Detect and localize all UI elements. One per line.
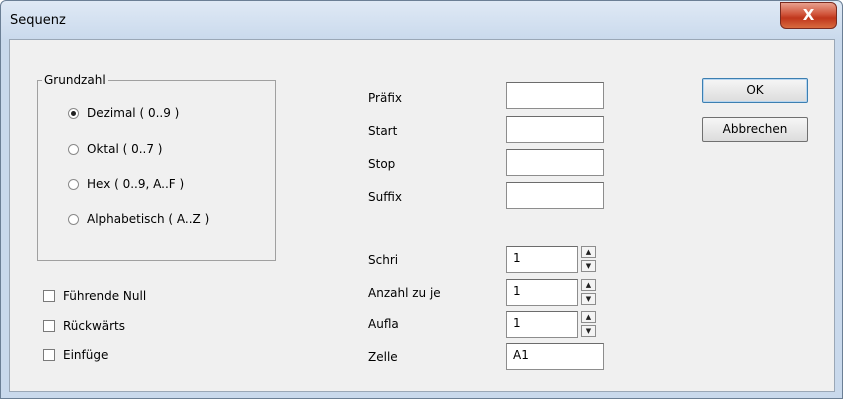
repeat-field[interactable]: 1 bbox=[506, 311, 578, 338]
repeat-label: Aufla bbox=[368, 317, 399, 331]
stop-label: Stop bbox=[368, 157, 396, 171]
cell-label: Zelle bbox=[368, 350, 398, 364]
radio-decimal-label: Dezimal ( 0..9 ) bbox=[87, 106, 180, 120]
cancel-button[interactable]: Abbrechen bbox=[702, 117, 808, 142]
checkbox-insert-box[interactable] bbox=[43, 349, 55, 361]
step-spinner[interactable]: ▲ ▼ bbox=[581, 246, 596, 273]
dialog-title: Sequenz bbox=[10, 13, 66, 28]
checkbox-leading-zero-label: Führende Null bbox=[63, 289, 147, 303]
sequence-dialog: Sequenz X Grundzahl Dezimal ( 0..9 ) Okt… bbox=[0, 0, 843, 399]
radio-hex[interactable]: Hex ( 0..9, A..F ) bbox=[68, 177, 184, 191]
checkbox-leading-zero-box[interactable] bbox=[43, 290, 55, 302]
radio-alphabetic-indicator[interactable] bbox=[68, 213, 79, 225]
checkbox-reverse[interactable]: Rückwärts bbox=[43, 319, 125, 333]
title-bar: Sequenz X bbox=[1, 1, 842, 39]
repeat-down-arrow-icon[interactable]: ▼ bbox=[581, 325, 596, 337]
cell-field[interactable]: A1 bbox=[506, 343, 604, 370]
dialog-body: Grundzahl Dezimal ( 0..9 ) Oktal ( 0..7 … bbox=[9, 39, 835, 392]
close-button[interactable]: X bbox=[780, 2, 837, 29]
count-field[interactable]: 1 bbox=[506, 279, 578, 306]
prefix-field[interactable] bbox=[506, 82, 604, 109]
repeat-up-arrow-icon[interactable]: ▲ bbox=[581, 311, 596, 323]
count-label: Anzahl zu je bbox=[368, 286, 441, 300]
radio-alphabetic[interactable]: Alphabetisch ( A..Z ) bbox=[68, 212, 209, 226]
prefix-label: Präfix bbox=[368, 91, 402, 105]
step-label: Schri bbox=[368, 253, 399, 267]
radio-octal-indicator[interactable] bbox=[68, 143, 79, 155]
checkbox-insert-label: Einfüge bbox=[63, 348, 109, 362]
checkbox-leading-zero[interactable]: Führende Null bbox=[43, 289, 146, 303]
count-spinner[interactable]: ▲ ▼ bbox=[581, 279, 596, 306]
stop-field[interactable] bbox=[506, 149, 604, 176]
suffix-label: Suffix bbox=[368, 190, 402, 204]
base-groupbox: Grundzahl Dezimal ( 0..9 ) Oktal ( 0..7 … bbox=[37, 73, 276, 261]
radio-hex-label: Hex ( 0..9, A..F ) bbox=[87, 177, 185, 191]
radio-octal-label: Oktal ( 0..7 ) bbox=[87, 142, 163, 156]
checkbox-reverse-label: Rückwärts bbox=[63, 319, 126, 333]
start-field[interactable] bbox=[506, 116, 604, 143]
step-up-arrow-icon[interactable]: ▲ bbox=[581, 246, 596, 258]
step-down-arrow-icon[interactable]: ▼ bbox=[581, 260, 596, 272]
radio-decimal-indicator[interactable] bbox=[68, 107, 79, 119]
radio-alphabetic-label: Alphabetisch ( A..Z ) bbox=[87, 212, 210, 226]
start-label: Start bbox=[368, 124, 398, 138]
repeat-spinner[interactable]: ▲ ▼ bbox=[581, 311, 596, 338]
checkbox-insert[interactable]: Einfüge bbox=[43, 348, 108, 362]
step-field[interactable]: 1 bbox=[506, 246, 578, 273]
radio-decimal[interactable]: Dezimal ( 0..9 ) bbox=[68, 106, 179, 120]
checkbox-reverse-box[interactable] bbox=[43, 320, 55, 332]
count-up-arrow-icon[interactable]: ▲ bbox=[581, 279, 596, 291]
suffix-field[interactable] bbox=[506, 182, 604, 209]
ok-button[interactable]: OK bbox=[702, 78, 808, 103]
radio-hex-indicator[interactable] bbox=[68, 178, 79, 190]
base-group-legend: Grundzahl bbox=[42, 73, 108, 87]
count-down-arrow-icon[interactable]: ▼ bbox=[581, 293, 596, 305]
radio-octal[interactable]: Oktal ( 0..7 ) bbox=[68, 142, 163, 156]
